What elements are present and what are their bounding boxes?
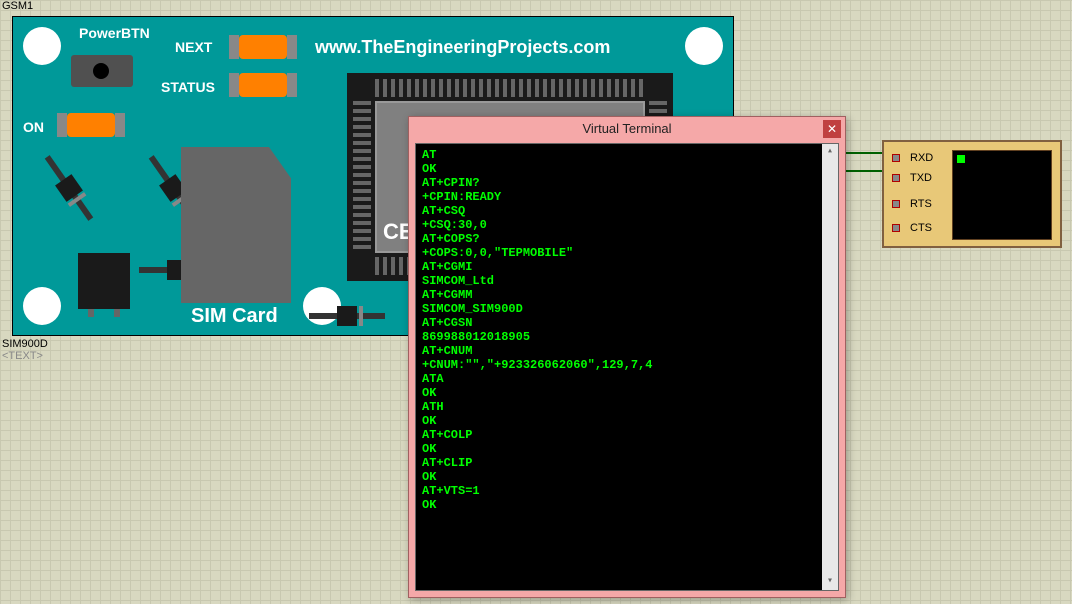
- pin-rts-icon[interactable]: [892, 200, 900, 208]
- close-icon: ✕: [827, 122, 837, 136]
- pin-rts-label: RTS: [910, 198, 932, 210]
- close-button[interactable]: ✕: [823, 120, 841, 138]
- component-text[interactable]: <TEXT>: [2, 350, 43, 362]
- power-button[interactable]: [71, 55, 133, 87]
- mounting-hole-icon: [23, 287, 61, 325]
- virtual-terminal-titlebar[interactable]: Virtual Terminal ✕: [409, 117, 845, 141]
- diode-icon: [309, 313, 385, 319]
- mounting-hole-icon: [685, 27, 723, 65]
- led-next-icon: [239, 35, 287, 59]
- scrollbar[interactable]: [822, 144, 838, 590]
- powerbtn-label: PowerBTN: [79, 25, 150, 41]
- component-part: SIM900D: [2, 338, 48, 350]
- mounting-hole-icon: [23, 27, 61, 65]
- sim-label: SIM Card: [191, 305, 278, 328]
- status-label: STATUS: [161, 79, 215, 95]
- component-ref: GSM1: [2, 0, 33, 12]
- next-label: NEXT: [175, 39, 212, 55]
- pin-rxd-icon[interactable]: [892, 154, 900, 162]
- led-status-icon: [239, 73, 287, 97]
- virtual-terminal-window[interactable]: Virtual Terminal ✕ AT OK AT+CPIN? +CPIN:…: [408, 116, 846, 598]
- board-url: www.TheEngineeringProjects.com: [315, 37, 610, 58]
- virtual-terminal-title: Virtual Terminal: [582, 121, 671, 136]
- pin-txd-label: TXD: [910, 172, 932, 184]
- mounting-hole-icon: [303, 287, 341, 325]
- virtual-terminal-output[interactable]: AT OK AT+CPIN? +CPIN:READY AT+CSQ +CSQ:3…: [415, 143, 839, 591]
- pin-cts-label: CTS: [910, 222, 932, 234]
- pin-txd-icon[interactable]: [892, 174, 900, 182]
- pin-rxd-label: RXD: [910, 152, 933, 164]
- terminal-mini-screen-icon: [952, 150, 1052, 240]
- cursor-icon: [957, 155, 965, 163]
- pin-cts-icon[interactable]: [892, 224, 900, 232]
- on-label: ON: [23, 119, 44, 135]
- virtual-terminal-component[interactable]: RXD TXD RTS CTS: [882, 140, 1062, 248]
- ic-chip-icon: [78, 253, 130, 309]
- led-on-icon: [67, 113, 115, 137]
- sim-card-slot-icon: [181, 147, 291, 303]
- diode-icon: [45, 155, 94, 221]
